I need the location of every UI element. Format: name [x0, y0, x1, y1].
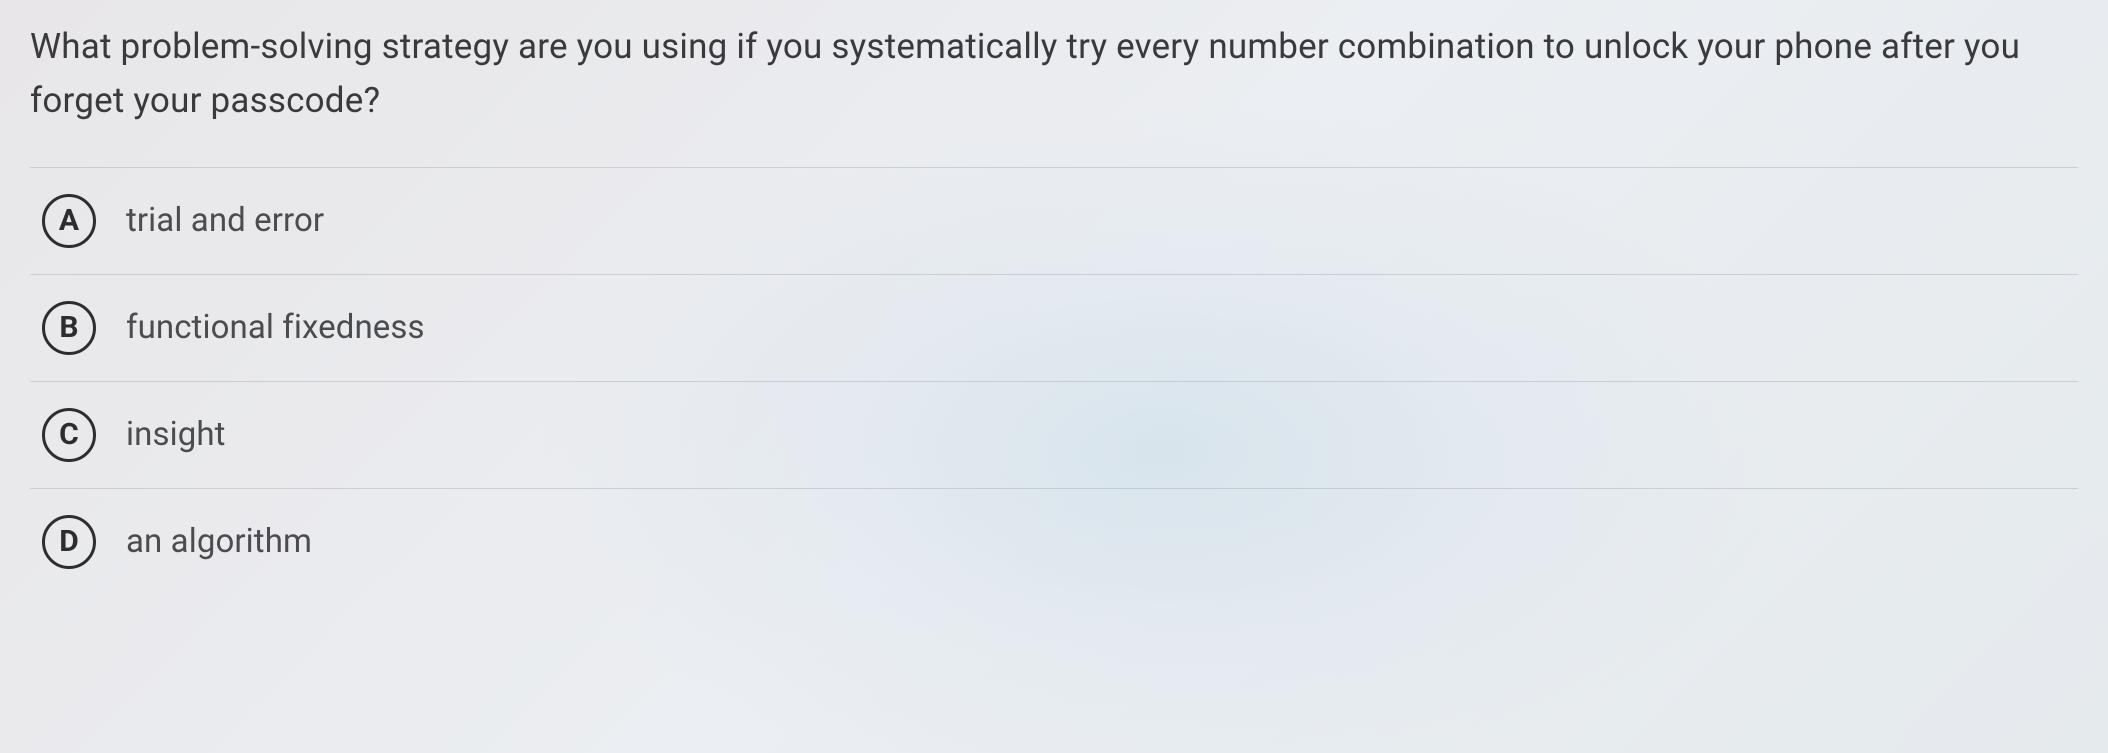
option-c[interactable]: C insight	[30, 381, 2078, 488]
question-block: What problem-solving strategy are you us…	[30, 20, 2078, 595]
option-a[interactable]: A trial and error	[30, 167, 2078, 274]
option-text-b: functional fixedness	[126, 308, 425, 347]
option-letter-c: C	[42, 408, 96, 462]
option-d[interactable]: D an algorithm	[30, 488, 2078, 595]
question-text: What problem-solving strategy are you us…	[30, 20, 2078, 129]
options-list: A trial and error B functional fixedness…	[30, 167, 2078, 595]
option-letter-d: D	[42, 515, 96, 569]
option-b[interactable]: B functional fixedness	[30, 274, 2078, 381]
option-text-c: insight	[126, 415, 226, 454]
option-letter-b: B	[42, 301, 96, 355]
option-text-a: trial and error	[126, 201, 324, 240]
option-letter-a: A	[42, 194, 96, 248]
option-text-d: an algorithm	[126, 522, 312, 561]
